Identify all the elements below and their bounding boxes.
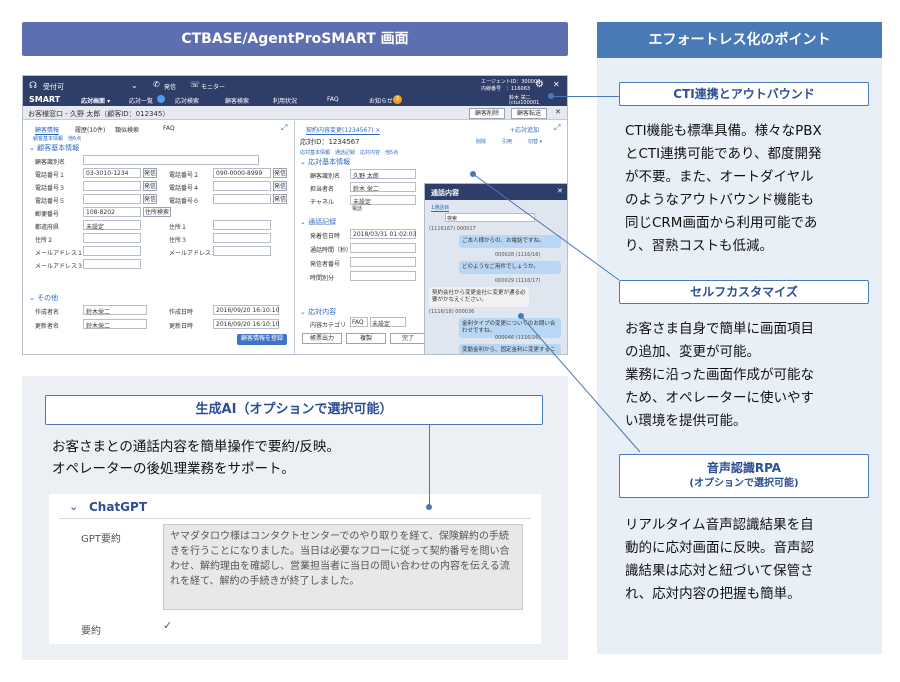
connector-svg <box>472 173 641 453</box>
connector-line <box>520 315 641 453</box>
connector-dot <box>518 313 524 319</box>
connector-line <box>472 173 620 281</box>
